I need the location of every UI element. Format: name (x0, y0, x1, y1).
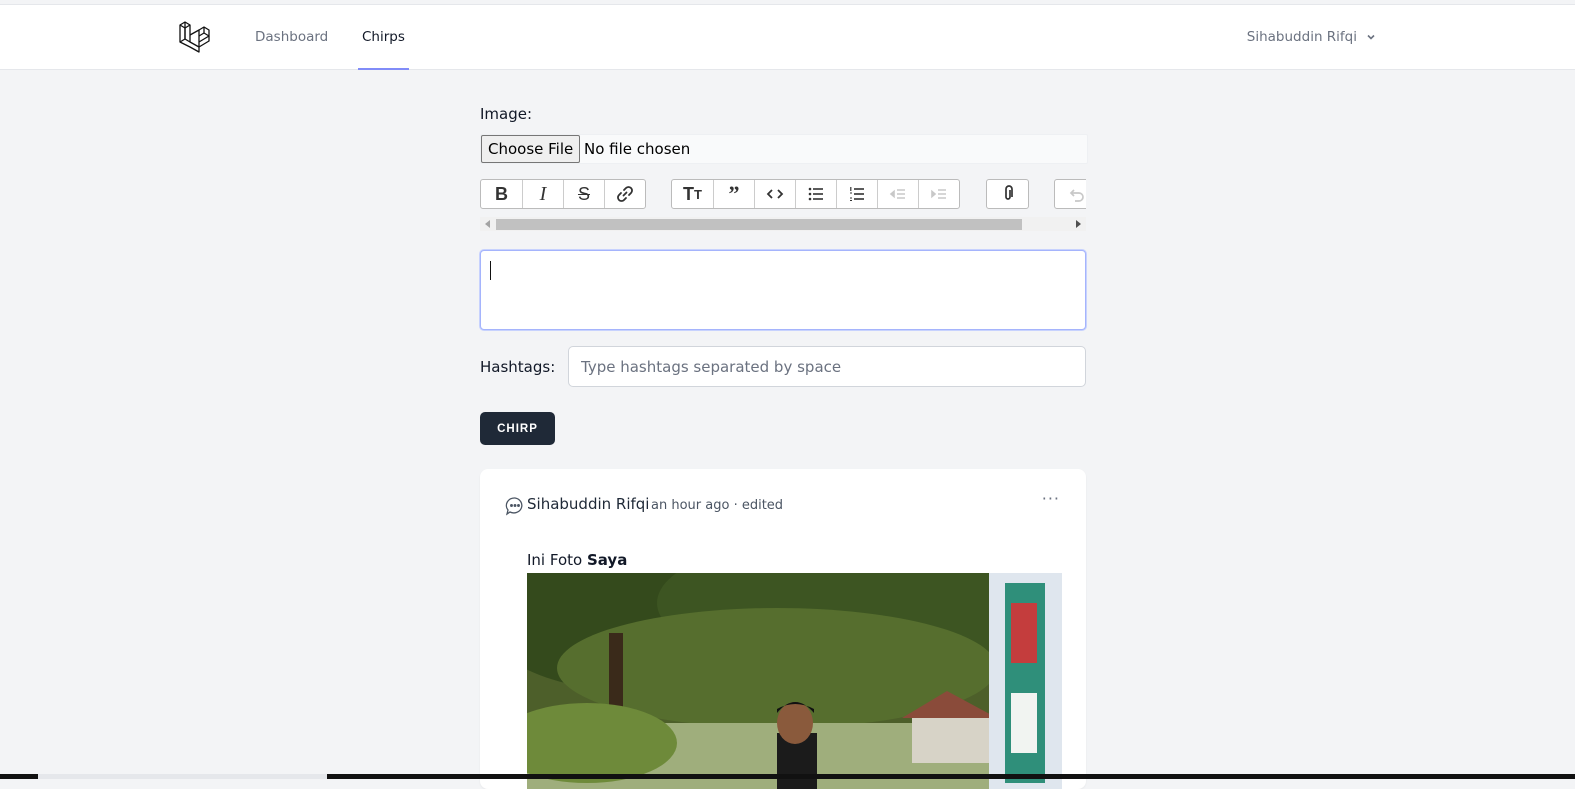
chevron-down-icon (1367, 34, 1375, 40)
file-status-text: No file chosen (584, 140, 691, 158)
user-menu-trigger[interactable]: Sihabuddin Rifqi (1247, 5, 1377, 69)
window-bottom-edge (0, 774, 1575, 779)
hashtags-input[interactable] (568, 346, 1086, 387)
bottom-edge-segment (327, 774, 1575, 779)
chirp-submit-button[interactable]: CHIRP (480, 412, 555, 445)
block-tools-group: TT ” (671, 179, 960, 209)
chirp-message-bold: Saya (586, 551, 628, 569)
toolbar-horizontal-scrollbar[interactable] (480, 217, 1086, 231)
undo-icon[interactable] (1055, 180, 1086, 208)
laravel-logo-icon[interactable] (178, 20, 212, 54)
chirp-message: Ini Foto Saya (527, 551, 627, 569)
more-options-icon[interactable]: ··· (1042, 489, 1060, 508)
chirp-author: Sihabuddin Rifqi (527, 495, 650, 513)
chat-bubble-icon (505, 497, 523, 516)
link-icon[interactable] (604, 180, 645, 208)
user-name: Sihabuddin Rifqi (1246, 29, 1357, 45)
scrollbar-thumb[interactable] (496, 219, 1022, 230)
chirp-image (527, 573, 1062, 789)
code-icon[interactable] (754, 180, 795, 208)
increase-indent-icon[interactable] (918, 180, 959, 208)
text-tools-group: B I S (480, 179, 646, 209)
chirp-time: an hour ago (651, 498, 730, 513)
choose-file-button[interactable]: Choose File (481, 135, 581, 163)
message-editor[interactable] (480, 250, 1086, 330)
chirp-meta: an hour ago · edited (651, 498, 783, 513)
top-navigation: Dashboard Chirps Sihabuddin Rifqi (0, 5, 1575, 70)
history-tools-group (1054, 179, 1086, 209)
hashtags-label: Hashtags: (480, 358, 556, 376)
scroll-right-arrow-icon[interactable] (1076, 220, 1081, 228)
chirp-edited-label: · edited (733, 498, 784, 513)
image-file-input[interactable]: Choose File No file chosen (480, 134, 1088, 164)
nav-link-dashboard[interactable]: Dashboard (255, 5, 328, 69)
italic-icon[interactable]: I (522, 180, 563, 208)
bold-icon[interactable]: B (481, 180, 522, 208)
image-label: Image: (480, 105, 533, 123)
chirp-message-plain: Ini Foto (527, 551, 587, 569)
numbered-list-icon[interactable] (836, 180, 877, 208)
chirp-card: Sihabuddin Rifqi an hour ago · edited ··… (480, 469, 1086, 789)
file-tools-group (986, 179, 1029, 209)
bottom-edge-segment (0, 774, 38, 779)
editor-toolbar: B I S TT ” (480, 179, 1086, 209)
attach-file-icon[interactable] (987, 180, 1028, 208)
nav-link-chirps[interactable]: Chirps (358, 5, 409, 70)
text-cursor (490, 261, 491, 280)
decrease-indent-icon[interactable] (877, 180, 918, 208)
bullet-list-icon[interactable] (795, 180, 836, 208)
scroll-left-arrow-icon[interactable] (485, 220, 490, 228)
strikethrough-icon[interactable]: S (563, 180, 604, 208)
chirp-photo-illustration (527, 573, 1062, 789)
heading-icon[interactable]: TT (672, 180, 713, 208)
quote-icon[interactable]: ” (713, 180, 754, 208)
